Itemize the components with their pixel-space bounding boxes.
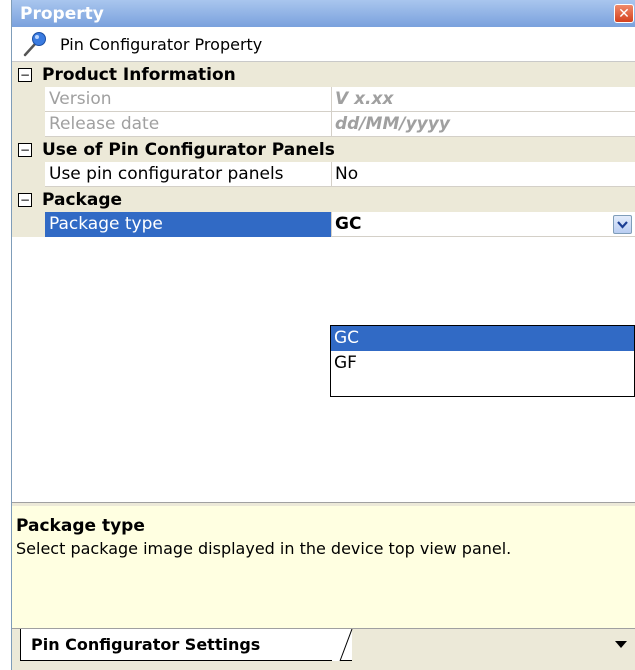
tab-pin-configurator-settings[interactable]: Pin Configurator Settings xyxy=(20,629,352,661)
property-value[interactable]: No xyxy=(331,162,635,187)
description-text: Select package image displayed in the de… xyxy=(16,539,512,558)
dropdown-option-gc[interactable]: GC xyxy=(331,326,634,351)
tab-label: Pin Configurator Settings xyxy=(31,635,261,654)
collapse-toggle-icon[interactable]: − xyxy=(18,192,32,207)
close-button[interactable]: ✕ xyxy=(614,4,634,23)
collapse-toggle-icon[interactable]: − xyxy=(18,67,32,82)
property-window: Property ✕ Pin Configurator Property − P… xyxy=(11,0,635,670)
property-grid: − Product Information Version V x.xx Rel… xyxy=(12,62,635,502)
property-value: dd/MM/yyyy xyxy=(331,112,635,137)
category-pin-configurator-panels[interactable]: − Use of Pin Configurator Panels xyxy=(12,137,635,162)
chevron-down-icon xyxy=(617,220,628,229)
category-product-information[interactable]: − Product Information xyxy=(12,62,635,87)
property-value: V x.xx xyxy=(331,87,635,112)
dropdown-button[interactable] xyxy=(613,215,632,234)
property-row-release-date[interactable]: Release date dd/MM/yyyy xyxy=(12,112,635,137)
property-value[interactable]: GC xyxy=(331,212,635,237)
property-row-version[interactable]: Version V x.xx xyxy=(12,87,635,112)
tab-menu-icon[interactable] xyxy=(614,639,628,649)
description-panel: Package type Select package image displa… xyxy=(12,506,635,628)
category-label: Product Information xyxy=(42,64,236,85)
pin-icon xyxy=(23,32,46,57)
property-name: Version xyxy=(49,89,112,109)
category-package[interactable]: − Package xyxy=(12,187,635,212)
tab-bar: Pin Configurator Settings xyxy=(12,628,635,670)
close-icon: ✕ xyxy=(618,5,630,22)
property-row-use-panels[interactable]: Use pin configurator panels No xyxy=(12,162,635,187)
description-title: Package type xyxy=(16,516,145,536)
collapse-toggle-icon[interactable]: − xyxy=(18,142,32,157)
property-name: Use pin configurator panels xyxy=(49,164,284,184)
property-subheader: Pin Configurator Property xyxy=(12,27,635,62)
category-label: Use of Pin Configurator Panels xyxy=(42,139,335,160)
dropdown-option-gf[interactable]: GF xyxy=(331,351,634,376)
property-row-package-type[interactable]: Package type GC xyxy=(12,212,635,237)
property-name: Release date xyxy=(49,114,160,134)
tab-edge xyxy=(332,629,353,662)
window-title: Property xyxy=(20,3,104,24)
category-label: Package xyxy=(42,189,123,210)
title-bar: Property ✕ xyxy=(12,0,635,27)
subheader-label: Pin Configurator Property xyxy=(60,34,263,54)
package-type-dropdown: GC GF xyxy=(330,325,635,397)
property-name: Package type xyxy=(45,212,331,237)
